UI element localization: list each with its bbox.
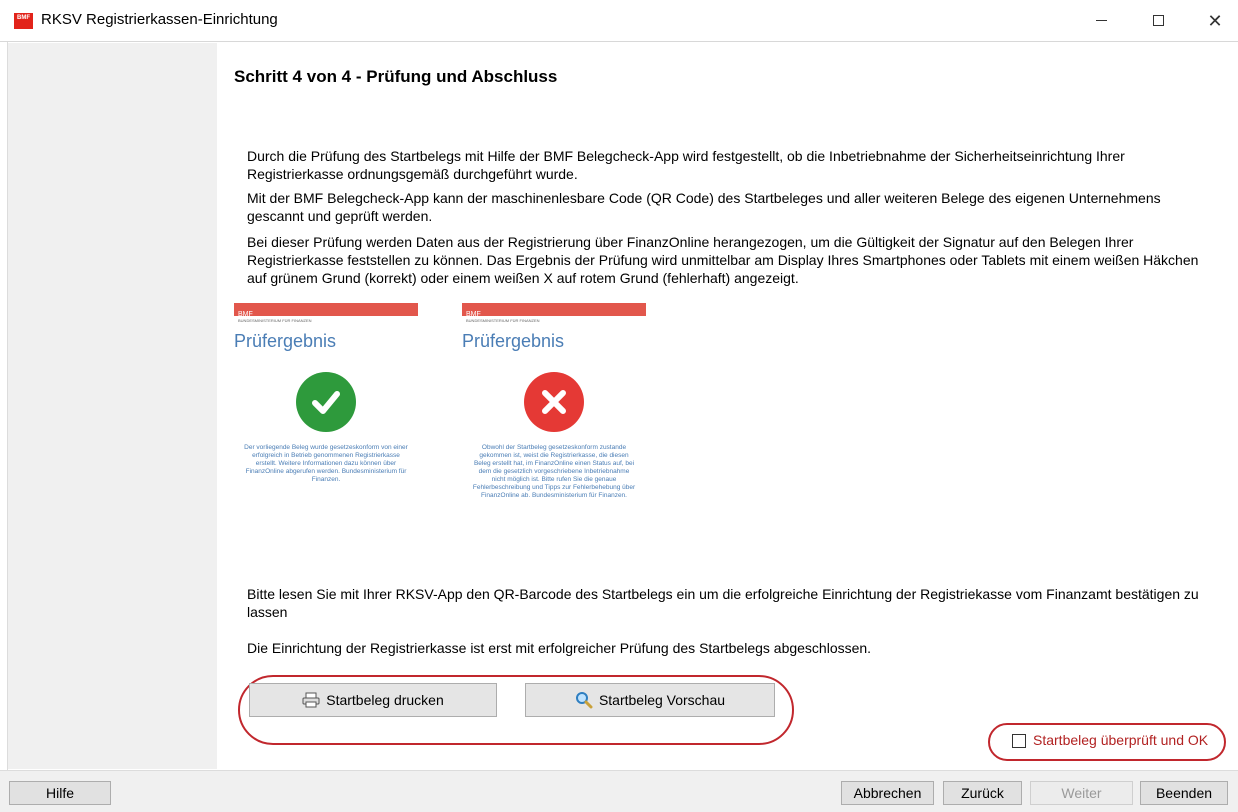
card-title: Prüfergebnis [234,331,337,351]
next-button[interactable]: Weiter [1030,781,1133,805]
close-icon: ✕ [1207,11,1223,31]
close-button[interactable]: ✕ [1192,0,1238,42]
card-description: Obwohl der Startbeleg gesetzeskonform zu… [472,444,636,499]
window-title: RKSV Registrierkassen-Einrichtung [41,11,278,28]
verified-checkbox-label[interactable]: Startbeleg überprüft und OK [1033,732,1208,748]
footer-bar: Hilfe Abbrechen Zurück Weiter Beenden [0,770,1238,812]
step-title: Schritt 4 von 4 - Prüfung und Abschluss [234,67,558,86]
print-button-label: Startbeleg drucken [326,692,444,708]
window-frame-right [1230,42,1238,770]
verified-checkbox[interactable] [1012,734,1026,748]
finish-button[interactable]: Beenden [1140,781,1228,805]
back-button[interactable]: Zurück [943,781,1022,805]
intro-paragraph-2: Mit der BMF Belegcheck-App kann der masc… [247,190,1161,224]
help-button[interactable]: Hilfe [9,781,111,805]
card-header: BMF [234,303,418,318]
main-content: Schritt 4 von 4 - Prüfung und Abschluss … [217,43,1230,769]
bmf-logo: BMF [238,311,253,318]
instruction-paragraph: Bitte lesen Sie mit Ihrer RKSV-App den Q… [247,586,1199,620]
window-frame-left [0,42,8,770]
result-card-error: BMF BUNDESMINISTERIUM FÜR FINANZEN Prüfe… [462,303,646,551]
printer-icon [302,692,320,708]
completion-note: Die Einrichtung der Registrierkasse ist … [247,640,872,656]
magnifier-icon [575,692,593,709]
maximize-icon [1152,15,1164,27]
preview-start-receipt-button[interactable]: Startbeleg Vorschau [525,683,775,717]
sidebar-panel [8,43,217,769]
preview-button-label: Startbeleg Vorschau [598,692,726,708]
card-header: BMF [462,303,646,318]
minimize-button[interactable] [1078,0,1124,42]
bmf-logo: BMF [466,311,481,318]
result-card-ok: BMF BUNDESMINISTERIUM FÜR FINANZEN Prüfe… [234,303,418,551]
card-description: Der vorliegende Beleg wurde gesetzeskonf… [244,444,408,483]
intro-paragraph-3: Bei dieser Prüfung werden Daten aus der … [247,234,1199,286]
print-start-receipt-button[interactable]: Startbeleg drucken [249,683,497,717]
maximize-button[interactable] [1135,0,1181,42]
ministry-label: BUNDESMINISTERIUM FÜR FINANZEN [466,318,540,323]
ministry-label: BUNDESMINISTERIUM FÜR FINANZEN [238,318,312,323]
cross-icon [524,372,584,432]
intro-paragraph-1: Durch die Prüfung des Startbelegs mit Hi… [247,148,1125,182]
minimize-icon [1095,20,1107,22]
app-icon: BMF [14,13,33,29]
card-title: Prüfergebnis [462,331,565,351]
cancel-button[interactable]: Abbrechen [841,781,934,805]
title-bar: BMF RKSV Registrierkassen-Einrichtung ✕ [0,0,1238,42]
checkmark-icon [296,372,356,432]
